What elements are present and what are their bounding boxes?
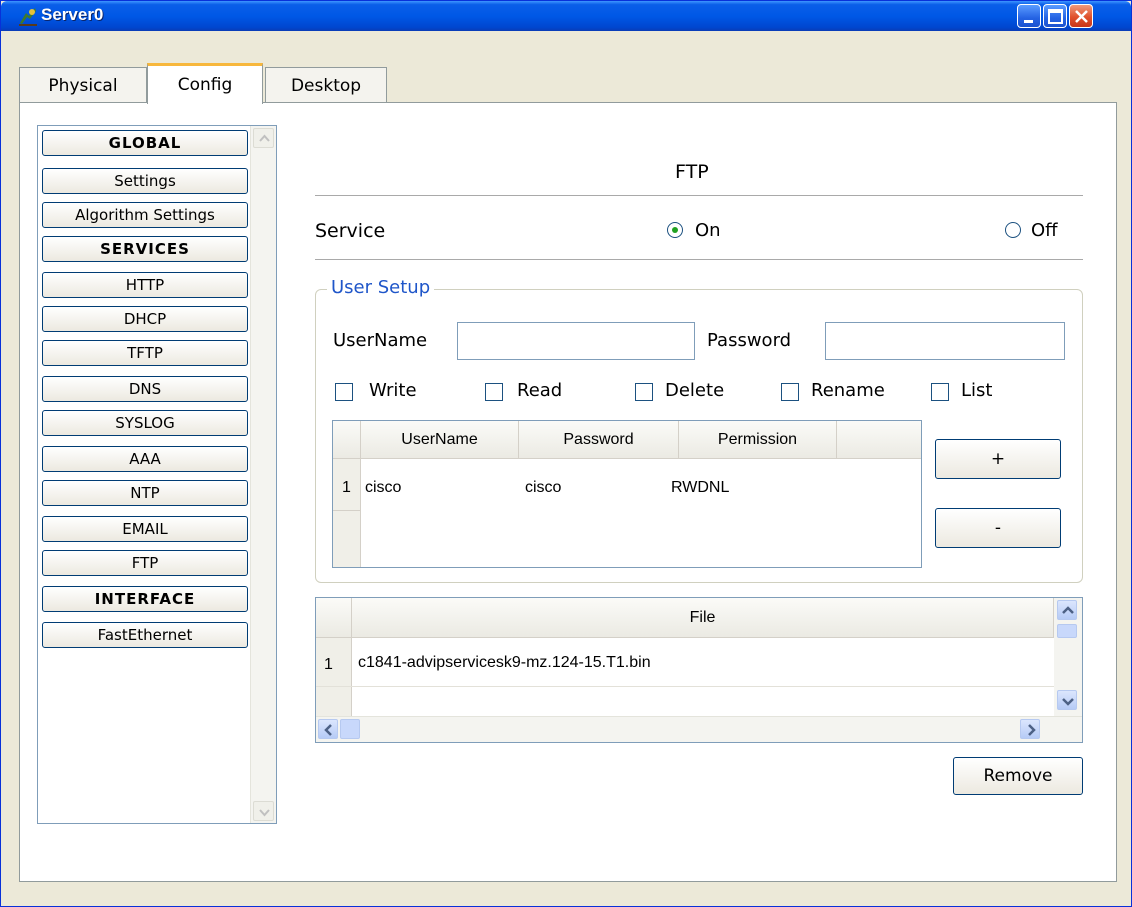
close-button[interactable] <box>1069 4 1093 28</box>
sidebar-item-aaa[interactable]: AAA <box>42 446 248 472</box>
file-table[interactable]: File 1 c1841-advipservicesk9-mz.124-15.T… <box>315 597 1083 743</box>
sidebar-scrollbar[interactable] <box>250 126 276 823</box>
minimize-button[interactable] <box>1017 4 1041 28</box>
tab-strip: Physical Config Desktop <box>17 63 1131 104</box>
list-label[interactable]: List <box>961 380 992 401</box>
user-table[interactable]: UserName Password Permission 1 cisco cis… <box>332 420 922 568</box>
delete-label[interactable]: Delete <box>665 380 724 401</box>
sidebar-item-fastethernet[interactable]: FastEthernet <box>42 622 248 648</box>
read-checkbox[interactable] <box>485 383 503 401</box>
username-input[interactable] <box>457 322 695 360</box>
sidebar-item-email[interactable]: EMAIL <box>42 516 248 542</box>
sidebar-item-ntp[interactable]: NTP <box>42 480 248 506</box>
chevron-down-icon <box>259 809 270 817</box>
service-off-radio[interactable] <box>1005 222 1021 238</box>
sidebar-item-tftp[interactable]: TFTP <box>42 340 248 366</box>
sidebar-header-services[interactable]: SERVICES <box>42 236 248 262</box>
rename-checkbox[interactable] <box>781 383 799 401</box>
scroll-right-button[interactable] <box>1020 719 1040 739</box>
remove-file-button[interactable]: Remove <box>953 757 1083 795</box>
service-label: Service <box>315 220 386 242</box>
sidebar-item-dhcp[interactable]: DHCP <box>42 306 248 332</box>
column-header-username[interactable]: UserName <box>361 421 519 459</box>
remove-user-button[interactable]: - <box>935 508 1061 548</box>
file-table-horizontal-scrollbar[interactable] <box>316 716 1082 742</box>
service-off-label[interactable]: Off <box>1031 220 1058 241</box>
divider <box>315 195 1083 196</box>
scroll-thumb[interactable] <box>1057 624 1077 638</box>
tab-config[interactable]: Config <box>147 63 263 104</box>
user-setup-legend: User Setup <box>327 277 435 298</box>
service-on-radio[interactable] <box>667 222 683 238</box>
service-on-label[interactable]: On <box>695 220 721 241</box>
close-icon <box>1075 10 1088 23</box>
scroll-down-button[interactable] <box>1057 690 1077 710</box>
scroll-left-button[interactable] <box>318 719 338 739</box>
row-index: 1 <box>324 656 333 673</box>
app-window: Server0 Physical Config Desktop GLOBAL S… <box>0 0 1132 907</box>
chevron-up-icon <box>1062 606 1074 614</box>
chevron-left-icon <box>324 724 332 736</box>
sidebar: GLOBAL Settings Algorithm Settings SERVI… <box>37 125 277 824</box>
sidebar-item-dns[interactable]: DNS <box>42 376 248 402</box>
file-table-vertical-scrollbar[interactable] <box>1054 598 1082 716</box>
rename-label[interactable]: Rename <box>811 380 885 401</box>
column-header-empty <box>837 421 921 459</box>
sidebar-header-global[interactable]: GLOBAL <box>42 130 248 156</box>
sidebar-header-interface[interactable]: INTERFACE <box>42 586 248 612</box>
scroll-up-button[interactable] <box>253 128 274 148</box>
row-divider <box>316 686 1054 687</box>
sidebar-item-http[interactable]: HTTP <box>42 272 248 298</box>
username-label: UserName <box>333 330 428 351</box>
add-user-button[interactable]: + <box>935 439 1061 479</box>
password-label: Password <box>707 330 792 351</box>
maximize-button[interactable] <box>1043 4 1067 28</box>
maximize-icon <box>1048 9 1063 24</box>
sidebar-item-algorithm-settings[interactable]: Algorithm Settings <box>42 202 248 228</box>
write-label[interactable]: Write <box>369 380 417 401</box>
chevron-down-icon <box>1062 698 1074 706</box>
minimize-icon <box>1024 20 1033 23</box>
file-row-name[interactable]: c1841-advipservicesk9-mz.124-15.T1.bin <box>358 654 651 672</box>
sidebar-item-syslog[interactable]: SYSLOG <box>42 410 248 436</box>
table-row-password[interactable]: cisco <box>525 479 561 497</box>
chevron-right-icon <box>1028 724 1036 736</box>
divider <box>315 259 1083 260</box>
title-bar[interactable]: Server0 <box>1 1 1131 31</box>
scroll-up-button[interactable] <box>1057 600 1077 620</box>
tab-physical[interactable]: Physical <box>19 67 147 103</box>
delete-checkbox[interactable] <box>635 383 653 401</box>
column-header-permission[interactable]: Permission <box>679 421 837 459</box>
read-label[interactable]: Read <box>517 380 562 401</box>
list-checkbox[interactable] <box>931 383 949 401</box>
scroll-thumb[interactable] <box>340 719 360 739</box>
sidebar-item-ftp[interactable]: FTP <box>42 550 248 576</box>
tab-desktop[interactable]: Desktop <box>265 67 387 103</box>
page-title: FTP <box>675 161 709 183</box>
write-checkbox[interactable] <box>335 383 353 401</box>
sidebar-item-settings[interactable]: Settings <box>42 168 248 194</box>
chevron-up-icon <box>259 134 270 142</box>
table-corner-header <box>333 421 361 459</box>
password-input[interactable] <box>825 322 1065 360</box>
table-row-permission[interactable]: RWDNL <box>671 479 729 497</box>
server-app-icon <box>19 8 37 26</box>
window-title: Server0 <box>41 5 104 24</box>
row-index: 1 <box>342 479 351 496</box>
scroll-down-button[interactable] <box>253 801 274 821</box>
column-header-password[interactable]: Password <box>519 421 679 459</box>
table-corner-header <box>316 598 352 638</box>
column-header-file[interactable]: File <box>352 598 1054 638</box>
table-row-username[interactable]: cisco <box>365 479 401 497</box>
